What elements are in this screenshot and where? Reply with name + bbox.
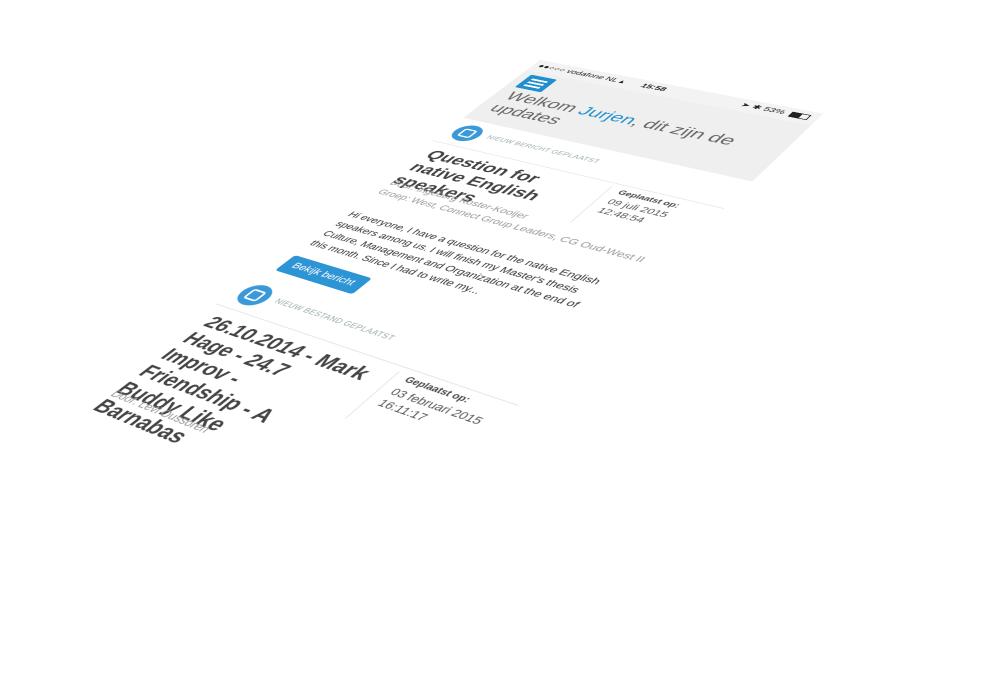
mockup-stage: ●●○○○ vodafone NL ▴ 15:58 ➤ ✱ 53% Welkom…	[0, 0, 999, 693]
message-badge-icon	[445, 123, 490, 144]
phone-screen: ●●○○○ vodafone NL ▴ 15:58 ➤ ✱ 53% Welkom…	[0, 60, 824, 675]
wifi-icon: ▴	[616, 78, 628, 85]
menu-icon[interactable]	[514, 74, 558, 93]
battery-percent: 53%	[760, 106, 788, 116]
battery-icon	[787, 111, 812, 121]
posted-info: Geplaatst op: 03 februari 2015 16:11:17	[344, 371, 522, 465]
file-badge-icon	[230, 281, 280, 309]
